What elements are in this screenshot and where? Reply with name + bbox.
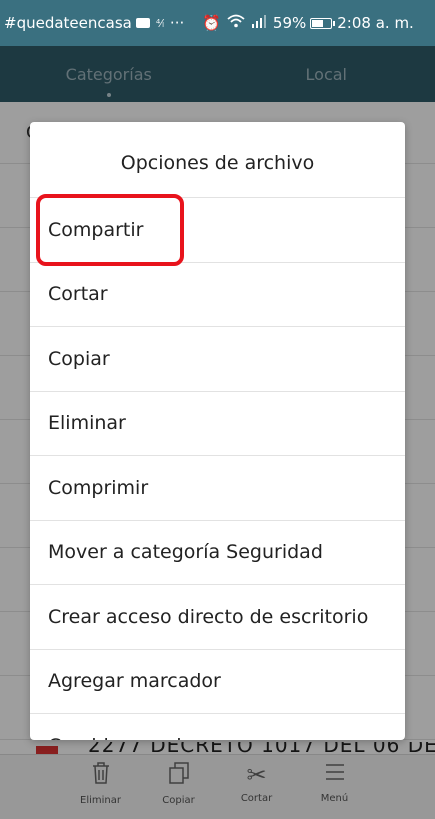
video-icon: [135, 18, 150, 28]
option-cut[interactable]: Cortar: [30, 263, 405, 327]
clock: 2:08 a. m.: [337, 14, 414, 32]
notification-hashtag: #quedateencasa: [4, 14, 132, 32]
wifi-icon: [227, 14, 245, 32]
more-notifications-icon: ···: [169, 14, 185, 32]
file-options-dialog: Opciones de archivo Compartir Cortar Cop…: [30, 122, 405, 740]
option-rename[interactable]: Cambiar nombre: [30, 714, 405, 740]
option-move-to-security[interactable]: Mover a categoría Seguridad: [30, 521, 405, 585]
nfc-icon: ⁴⁄ₗ: [155, 16, 164, 30]
option-add-bookmark[interactable]: Agregar marcador: [30, 650, 405, 714]
signal-icon: [251, 14, 267, 32]
status-bar: #quedateencasa ⁴⁄ₗ ··· ⏰ 59% 2:08 a. m.: [0, 0, 435, 46]
dialog-title: Opciones de archivo: [30, 122, 405, 198]
alarm-icon: ⏰: [202, 14, 221, 32]
option-compress[interactable]: Comprimir: [30, 456, 405, 521]
battery-icon: [310, 17, 336, 29]
option-share[interactable]: Compartir: [30, 194, 405, 266]
option-create-shortcut[interactable]: Crear acceso directo de escritorio: [30, 585, 405, 650]
option-delete[interactable]: Eliminar: [30, 392, 405, 456]
option-copy[interactable]: Copiar: [30, 327, 405, 392]
battery-percentage: 59%: [272, 14, 307, 32]
